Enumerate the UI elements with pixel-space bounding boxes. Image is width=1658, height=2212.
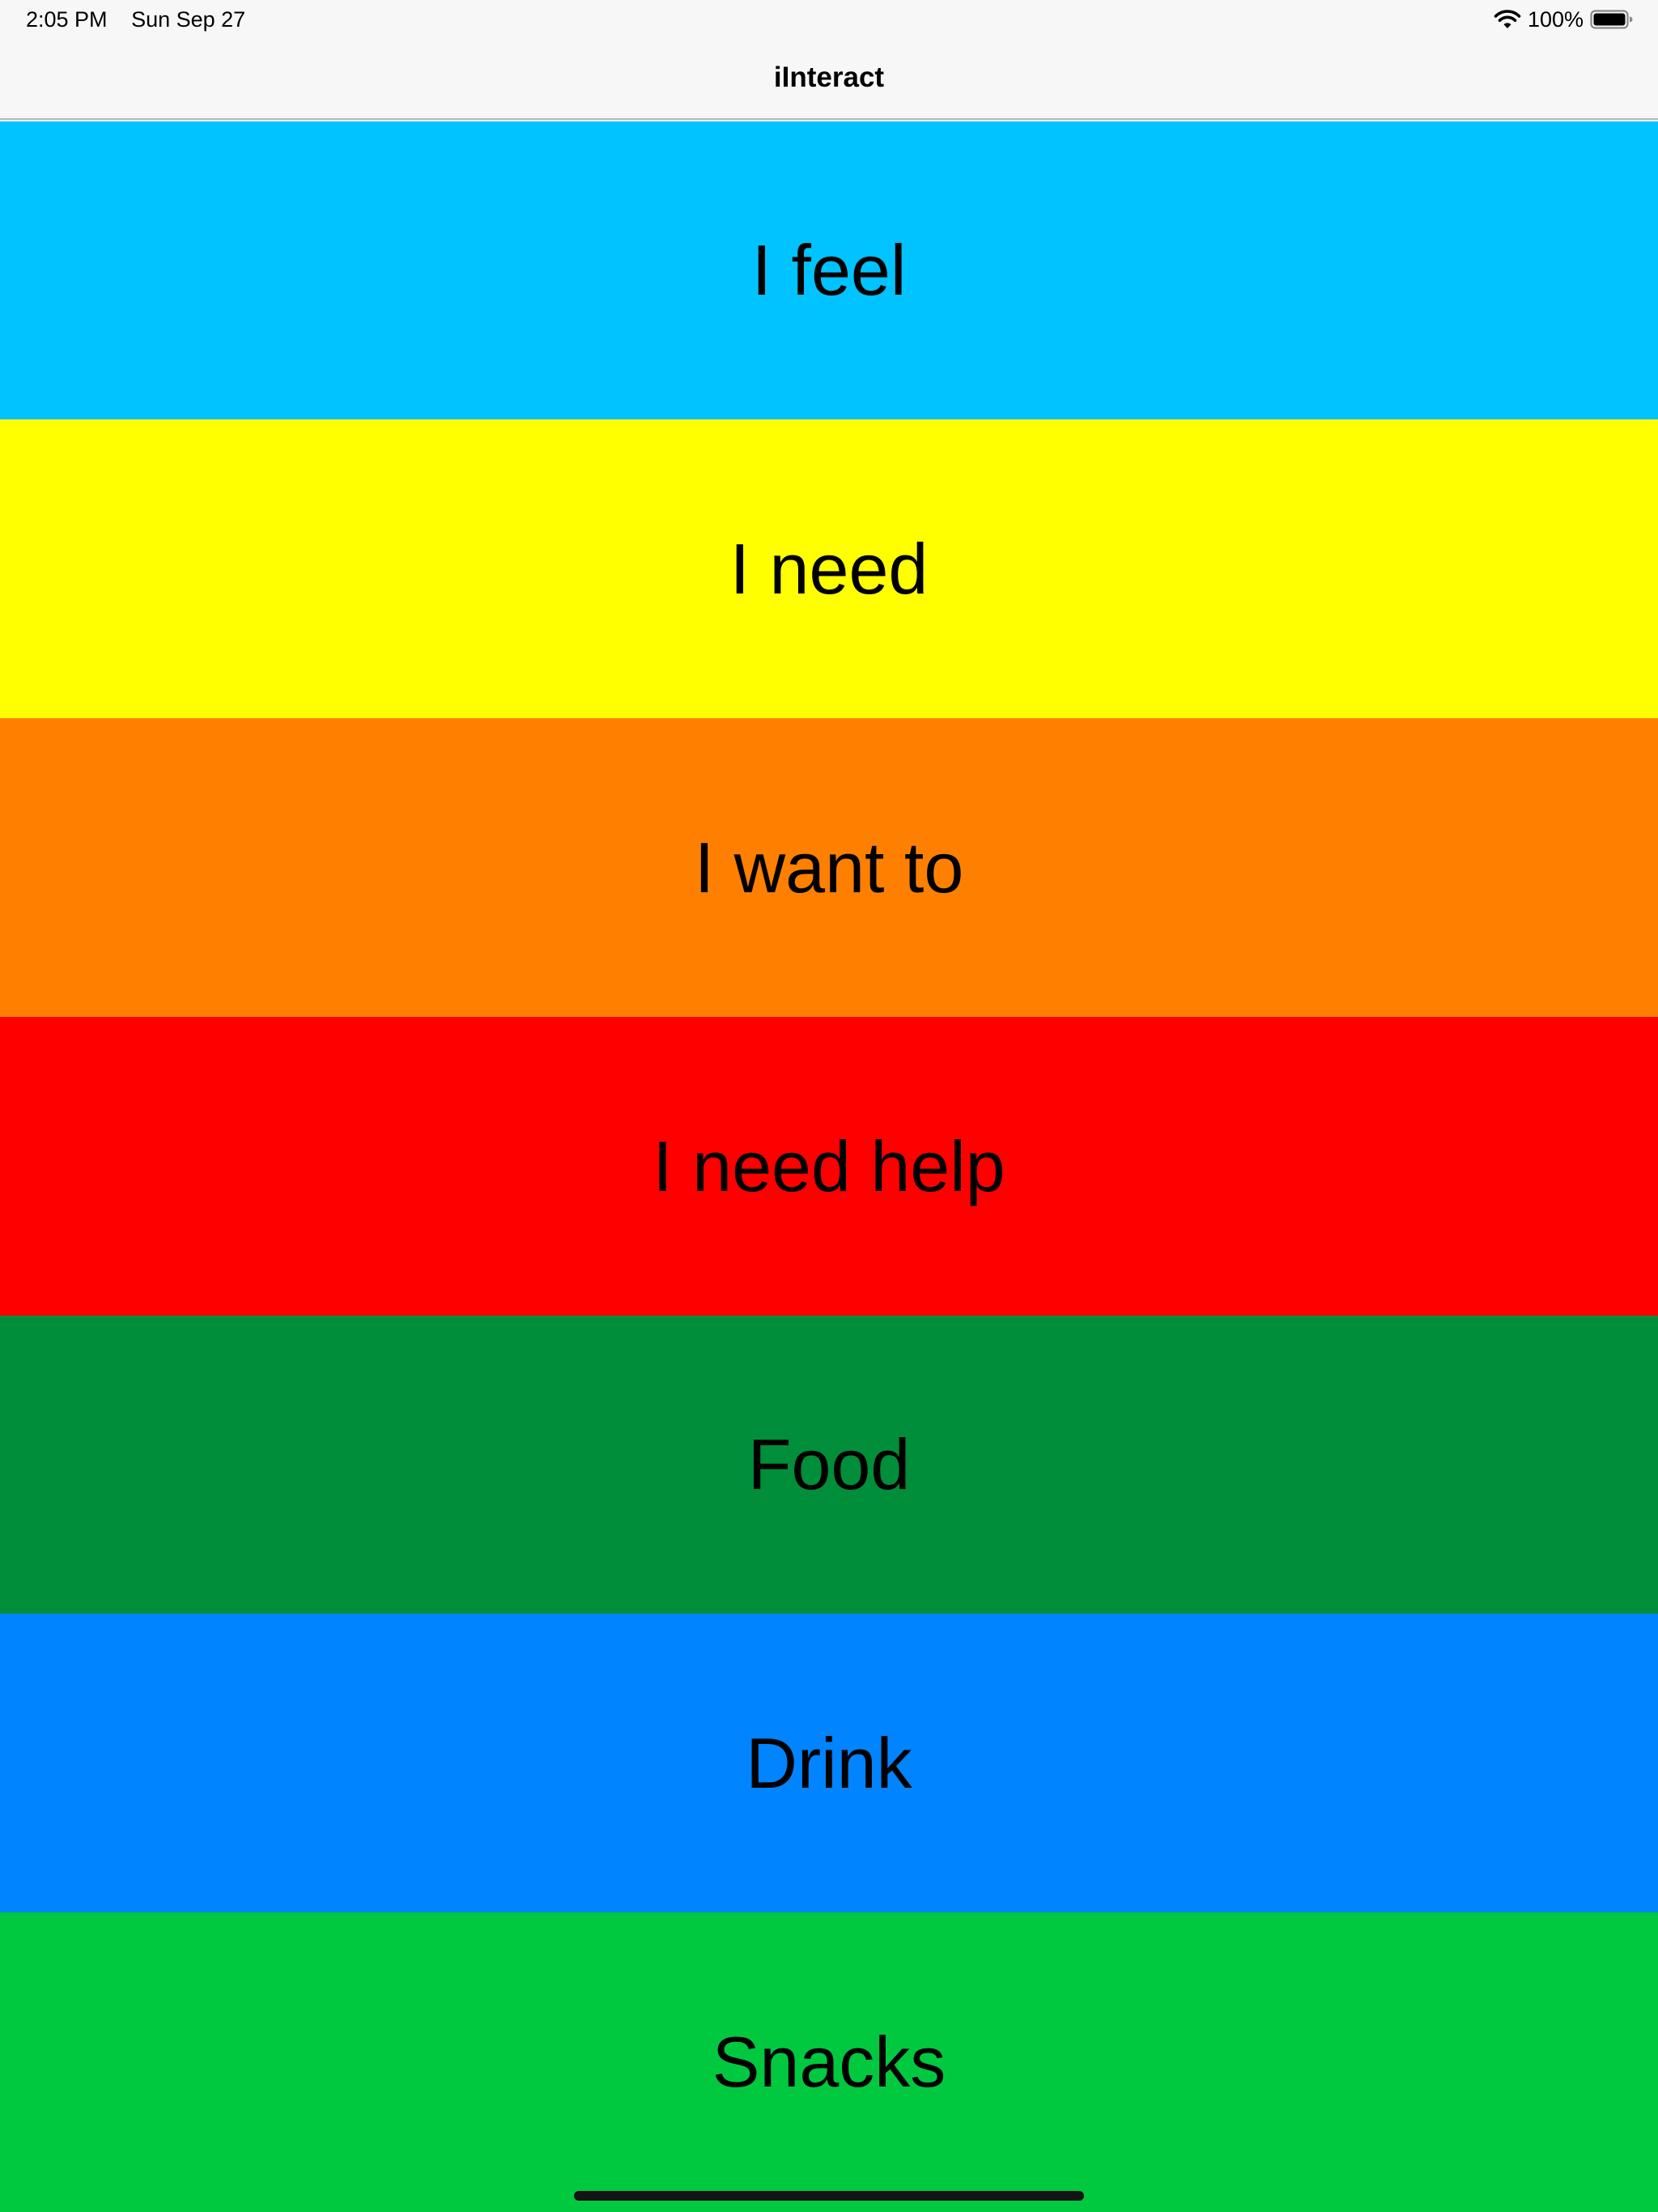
status-date: Sun Sep 27 xyxy=(131,7,246,32)
battery-icon xyxy=(1590,10,1633,29)
home-indicator[interactable] xyxy=(574,2191,1084,2201)
tile-i-need-help[interactable]: I need help xyxy=(0,1017,1658,1316)
status-bar: 2:05 PM Sun Sep 27 100% xyxy=(0,0,1658,39)
status-time: 2:05 PM xyxy=(26,7,108,32)
tile-snacks[interactable]: Snacks xyxy=(0,1912,1658,2212)
wifi-icon xyxy=(1494,10,1521,28)
tile-i-feel[interactable]: I feel xyxy=(0,121,1658,419)
tile-label: I feel xyxy=(751,230,907,310)
tile-label: I need help xyxy=(653,1125,1005,1206)
tile-food[interactable]: Food xyxy=(0,1316,1658,1614)
tile-drink[interactable]: Drink xyxy=(0,1614,1658,1912)
battery-percentage: 100% xyxy=(1527,7,1584,32)
tile-i-need[interactable]: I need xyxy=(0,419,1658,718)
tile-label: Drink xyxy=(746,1722,912,1803)
category-list: I feel I need I want to I need help Food… xyxy=(0,121,1658,2212)
tile-label: Food xyxy=(747,1424,911,1504)
status-left: 2:05 PM Sun Sep 27 xyxy=(26,6,245,32)
tile-i-want-to[interactable]: I want to xyxy=(0,718,1658,1017)
status-right: 100% xyxy=(1494,6,1634,32)
tile-label: I need xyxy=(729,528,929,609)
nav-title: iInteract xyxy=(773,62,885,93)
tile-label: Snacks xyxy=(712,2022,946,2102)
tile-label: I want to xyxy=(694,827,964,908)
navigation-bar: iInteract xyxy=(0,39,1658,120)
